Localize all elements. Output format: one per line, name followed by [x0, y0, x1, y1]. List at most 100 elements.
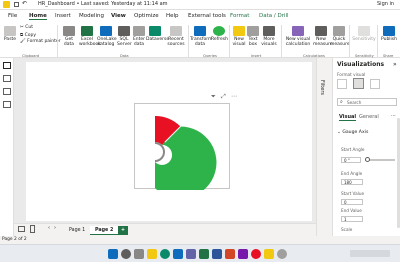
collapse-pane-icon[interactable]: » — [393, 61, 397, 68]
options-icon[interactable]: ⋯ — [391, 113, 396, 119]
menu-format[interactable]: Format — [230, 13, 249, 19]
dax-query-view-icon[interactable] — [3, 101, 11, 108]
power-bi-icon[interactable] — [264, 249, 274, 259]
menu-home[interactable]: Home — [29, 13, 47, 20]
report-view-icon[interactable] — [3, 62, 11, 69]
recent-sources-icon — [170, 26, 182, 36]
mobile-layout-icon[interactable] — [30, 225, 35, 233]
tab-general[interactable]: General — [359, 114, 379, 120]
search-icon[interactable] — [121, 249, 131, 259]
refresh-button[interactable]: Refresh — [211, 26, 228, 42]
enter-data-button[interactable]: Enter data — [132, 26, 146, 47]
format-visual-icon[interactable] — [353, 78, 364, 89]
format-painter-button[interactable]: 🖌 Format painter — [20, 39, 61, 44]
visualizations-pane: Visualizations » Format visual ⌕ Search … — [332, 58, 400, 240]
gauge-chart — [154, 116, 217, 199]
cut-button[interactable]: ✂ Cut — [20, 25, 33, 30]
menu-bar: File Home Insert Modeling View Optimize … — [0, 10, 400, 22]
menu-modeling[interactable]: Modeling — [79, 13, 104, 19]
section-gauge-axis[interactable]: ⌄ Gauge Axis — [337, 130, 368, 135]
menu-data-drill[interactable]: Data / Drill — [259, 13, 289, 19]
filters-label: Filters — [319, 80, 325, 95]
powerpoint-icon[interactable] — [225, 249, 235, 259]
paste-button[interactable]: Paste — [2, 26, 18, 42]
start-angle-input[interactable]: 0 ° — [341, 157, 361, 163]
analytics-icon[interactable] — [370, 79, 380, 89]
tab-page-2[interactable]: Page 2 — [90, 226, 119, 235]
menu-external-tools[interactable]: External tools — [188, 13, 226, 19]
outlook-icon[interactable] — [173, 249, 183, 259]
end-value-input[interactable]: 1 — [341, 216, 363, 222]
filter-icon[interactable]: ⏷ — [211, 93, 216, 101]
model-view-icon[interactable] — [3, 88, 11, 95]
menu-optimize[interactable]: Optimize — [134, 13, 159, 19]
build-visual-icon[interactable] — [337, 79, 347, 89]
start-angle-slider[interactable] — [365, 157, 395, 162]
excel-workbook-button[interactable]: Excel workbook — [79, 26, 101, 47]
tab-page-1[interactable]: Page 1 — [64, 226, 90, 235]
search-box[interactable]: ⌕ Search — [337, 98, 397, 106]
undo-icon[interactable]: ↶ — [22, 0, 27, 7]
start-value-input[interactable]: 0 — [341, 199, 363, 205]
ribbon-divider — [188, 25, 189, 57]
onelake-catalog-button[interactable]: OneLake catalog — [97, 26, 117, 47]
file-explorer-icon[interactable] — [147, 249, 157, 259]
onenote-icon[interactable] — [238, 249, 248, 259]
table-view-icon[interactable] — [3, 75, 11, 82]
menu-help[interactable]: Help — [166, 13, 179, 19]
sign-in-link[interactable]: Sign in — [377, 1, 394, 7]
status-bar: Page 2 of 2 — [0, 236, 400, 244]
ribbon: Paste ✂ Cut ⧉ Copy 🖌 Format painter Clip… — [0, 22, 400, 58]
more-visuals-button[interactable]: More visuals — [260, 26, 278, 47]
system-tray-icon[interactable] — [350, 250, 390, 257]
measure-icon — [315, 26, 327, 36]
end-angle-label: End Angle — [341, 171, 363, 176]
onelake-catalog-label: OneLake catalog — [97, 37, 117, 47]
menu-file[interactable]: File — [8, 13, 17, 19]
add-page-button[interactable]: + — [118, 226, 129, 235]
menu-insert[interactable]: Insert — [55, 13, 71, 19]
text-box-button[interactable]: Text box — [247, 26, 259, 47]
new-visual-calculation-button[interactable]: New visual calculation — [284, 26, 312, 47]
new-measure-button[interactable]: New measure — [313, 26, 333, 47]
page-status: Page 2 of 2 — [2, 237, 27, 242]
publish-button[interactable]: Publish — [379, 26, 399, 42]
more-options-icon[interactable]: ⋯ — [231, 93, 237, 100]
dataverse-icon — [149, 26, 161, 36]
save-icon[interactable] — [14, 2, 19, 7]
sql-server-button[interactable]: SQL Server — [117, 26, 132, 47]
page-nav-left-icon[interactable]: ‹ — [48, 225, 50, 231]
get-data-button[interactable]: Get data — [61, 26, 77, 47]
task-view-icon[interactable] — [134, 249, 144, 259]
sensitivity-label: Sensitivity — [352, 37, 376, 42]
new-visual-button[interactable]: New visual — [232, 26, 246, 47]
tab-visual[interactable]: Visual — [339, 114, 357, 121]
recent-sources-button[interactable]: Recent sources — [166, 26, 186, 47]
chrome-icon[interactable] — [251, 249, 261, 259]
sensitivity-button[interactable]: Sensitivity — [352, 26, 376, 42]
focus-mode-icon[interactable]: ⤢ — [221, 93, 226, 101]
dataverse-button[interactable]: Dataverse — [146, 26, 169, 42]
end-angle-input[interactable]: 180 — [341, 179, 363, 185]
word-icon[interactable] — [212, 249, 222, 259]
paste-icon — [4, 26, 16, 36]
settings-icon[interactable] — [277, 249, 287, 259]
quick-measure-button[interactable]: Quick measure — [330, 26, 350, 47]
edge-browser-icon[interactable] — [160, 249, 170, 259]
more-visuals-label: More visuals — [261, 37, 277, 47]
slider-thumb[interactable] — [365, 157, 370, 162]
transform-data-button[interactable]: Transform data — [190, 26, 212, 47]
copy-button[interactable]: ⧉ Copy — [20, 32, 36, 38]
filters-pane-collapsed[interactable]: Filters — [316, 58, 330, 240]
scale-label: Scale — [341, 227, 353, 232]
page-nav-right-icon[interactable]: › — [54, 225, 56, 231]
quick-measure-label: Quick measure — [330, 37, 350, 47]
desktop-layout-icon[interactable] — [18, 226, 25, 232]
teams-icon[interactable] — [186, 249, 196, 259]
format-painter-label: Format painter — [27, 39, 61, 44]
windows-start-icon[interactable] — [108, 249, 118, 259]
refresh-icon — [213, 26, 225, 36]
menu-view[interactable]: View — [111, 13, 126, 19]
gauge-visual[interactable] — [134, 103, 230, 199]
excel-icon[interactable] — [199, 249, 209, 259]
